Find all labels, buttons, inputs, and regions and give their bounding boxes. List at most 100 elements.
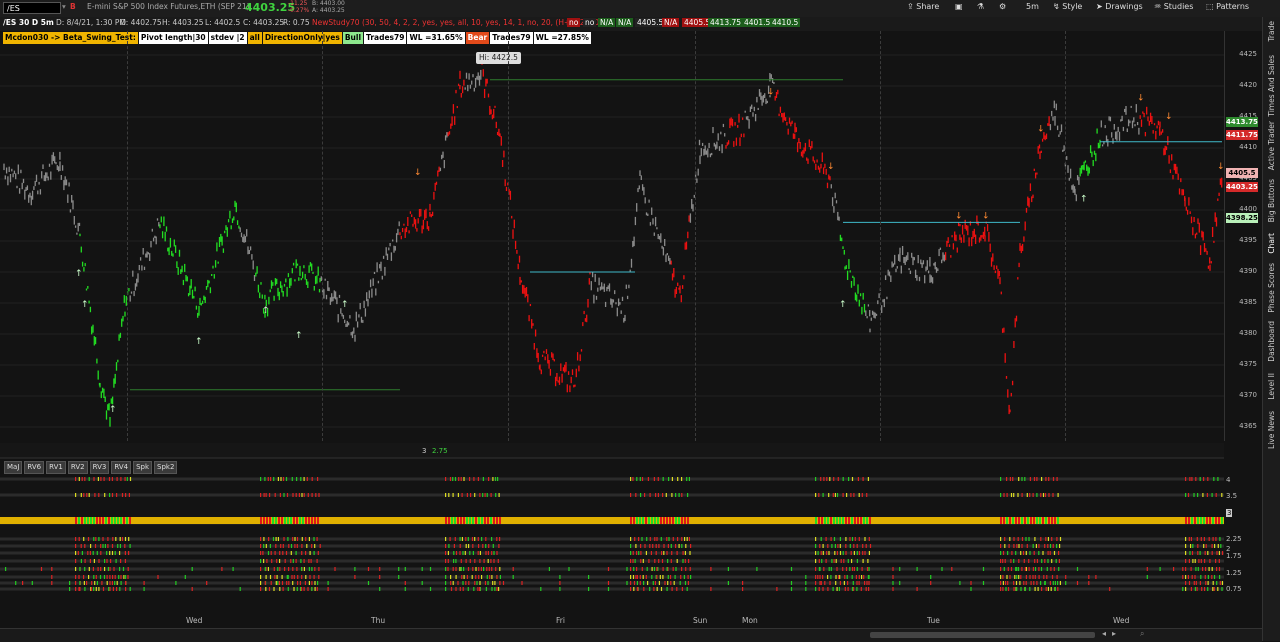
- indicator-tick: [279, 567, 281, 571]
- time-axis[interactable]: Wed Thu Fri Sun Mon Tue Wed: [0, 615, 1224, 627]
- indicator-tick: [268, 587, 271, 591]
- indicator-tick: [790, 581, 793, 585]
- indicator-tick: [1065, 581, 1067, 585]
- share-button[interactable]: ⇪ Share: [907, 2, 939, 11]
- flask-icon[interactable]: ⚗: [977, 2, 984, 11]
- symbol-description: E-mini S&P 500 Index Futures,ETH (SEP 21…: [87, 2, 250, 11]
- study-label[interactable]: NewStudy70 (30, 50, 4, 2, 2, yes, yes, a…: [312, 18, 602, 27]
- winloss-label: WL =31.65%: [407, 32, 465, 44]
- save-icon[interactable]: ▣: [955, 2, 963, 11]
- indicator-tick: [1049, 544, 1052, 548]
- chart-label[interactable]: /ES 30 D 5m: [3, 18, 54, 27]
- indicator-tick: [1207, 581, 1209, 585]
- indicator-tick: [449, 477, 452, 481]
- sidebar-tab-trade[interactable]: Trade: [1267, 21, 1276, 42]
- symbol-dropdown-icon[interactable]: ▾: [62, 2, 66, 11]
- trend-band-segment: [287, 517, 289, 524]
- trend-band-segment: [663, 517, 665, 524]
- indicator-tick: [820, 477, 822, 481]
- indicator-tick: [820, 537, 822, 541]
- indicator-tick: [868, 587, 870, 591]
- tab-rv1[interactable]: RV1: [46, 461, 66, 474]
- indicator-tick: [311, 567, 313, 571]
- indicator-tick: [654, 537, 656, 541]
- indicator-tick: [479, 587, 481, 591]
- chart-scrollbar[interactable]: ◂ ▸ ⌕: [0, 628, 1262, 642]
- indicator-panels[interactable]: [0, 443, 1224, 615]
- price-axis[interactable]: 4425 4420 4415 4410 4405 4400 4395 4390 …: [1224, 31, 1263, 441]
- indicator-tick: [104, 493, 106, 497]
- indicator-tick: [1038, 551, 1040, 555]
- symbol-input[interactable]: /ES: [3, 2, 61, 14]
- indicator-tick: [88, 493, 90, 497]
- sidebar-tab-dashboard[interactable]: Dashboard: [1267, 321, 1276, 362]
- sidebar-tab-phase-scores[interactable]: Phase Scores: [1267, 263, 1276, 313]
- indicator-tick: [404, 587, 406, 591]
- indicator-tick: [295, 559, 297, 563]
- indicator-tick: [1034, 559, 1036, 563]
- trend-band-segment: [1206, 517, 1208, 524]
- indicator-tick: [642, 575, 644, 579]
- timeframe-selector[interactable]: 5m: [1026, 2, 1039, 11]
- tab-rv3[interactable]: RV3: [89, 461, 110, 474]
- sidebar-tab-live-news[interactable]: Live News: [1267, 411, 1276, 449]
- settings-icon[interactable]: ⚙: [999, 2, 1006, 11]
- tab-maj[interactable]: MaJ: [4, 461, 23, 474]
- indicator-tick: [1000, 567, 1002, 571]
- indicator-tick: [459, 567, 461, 571]
- price-chart[interactable]: ↑↑↑↑↑↑↑↑↑↓↓↓↓↓↓↓↓↓↓: [0, 31, 1224, 441]
- bookmark-icon[interactable]: B: [70, 2, 76, 11]
- indicator-tick: [98, 537, 100, 541]
- sidebar-tab-times-and-sales[interactable]: Times And Sales: [1267, 55, 1276, 117]
- study-chip: 4405.5: [635, 18, 666, 27]
- indicator-tick: [856, 587, 858, 591]
- trend-band-segment: [1221, 517, 1223, 524]
- indicator-tick: [1006, 477, 1008, 481]
- patterns-button[interactable]: ⬚ Patterns: [1206, 2, 1249, 11]
- indicator-tick: [856, 551, 858, 555]
- indicator-tick: [1036, 493, 1038, 497]
- indicator-tick: [116, 493, 118, 497]
- indicator-tick: [31, 581, 33, 585]
- scroll-left-icon[interactable]: ◂: [1102, 629, 1106, 638]
- indicator-tick: [1022, 551, 1025, 555]
- indicator-tick: [1056, 537, 1058, 541]
- study-chip: 4401.5: [742, 18, 773, 27]
- indicator-tick: [1021, 477, 1023, 481]
- indicator-tick: [647, 477, 649, 481]
- sidebar-tab-active-trader[interactable]: Active Trader: [1267, 121, 1276, 170]
- drawings-button[interactable]: ➤ Drawings: [1096, 2, 1143, 11]
- sidebar-tab-big-buttons[interactable]: Big Buttons: [1267, 179, 1276, 222]
- indicator-tick: [94, 581, 96, 585]
- trend-band-segment: [481, 517, 483, 524]
- indicator-tick: [982, 581, 985, 585]
- indicator-tick: [448, 544, 450, 548]
- indicator-tick: [827, 544, 829, 548]
- tab-spk[interactable]: Spk: [133, 461, 153, 474]
- style-button[interactable]: ↯ Style: [1053, 2, 1082, 11]
- indicator-tick: [559, 587, 561, 591]
- right-sidebar: Trade Times And Sales Active Trader Big …: [1262, 17, 1280, 641]
- tab-rv6[interactable]: RV6: [24, 461, 45, 474]
- sidebar-tab-level-ii[interactable]: Level II: [1267, 373, 1276, 400]
- study-title[interactable]: Mcdon030 -> Beta_Swing_Test:: [3, 32, 138, 44]
- tab-rv4[interactable]: RV4: [111, 461, 132, 474]
- sidebar-tab-chart[interactable]: Chart: [1267, 233, 1276, 254]
- scroll-right-icon[interactable]: ▸: [1112, 629, 1116, 638]
- scrollbar-thumb[interactable]: [870, 632, 1095, 638]
- trend-band-segment: [842, 517, 844, 524]
- indicator-tick: [1032, 493, 1034, 497]
- indicator-tick: [815, 587, 817, 591]
- indicator-tick: [644, 493, 646, 497]
- tab-rv2[interactable]: RV2: [67, 461, 88, 474]
- studies-button[interactable]: ♒ Studies: [1154, 2, 1193, 11]
- indicator-tick: [498, 587, 500, 591]
- indicator-tick: [860, 587, 862, 591]
- zoom-icon[interactable]: ⌕: [1140, 629, 1144, 639]
- indicator-tick: [470, 493, 472, 497]
- bar-low: L: 4402.5: [205, 18, 241, 27]
- indicator-tick: [1020, 575, 1022, 579]
- indicator-tick: [632, 559, 634, 563]
- tab-spk2[interactable]: Spk2: [154, 461, 178, 474]
- indicator-tick: [79, 581, 81, 585]
